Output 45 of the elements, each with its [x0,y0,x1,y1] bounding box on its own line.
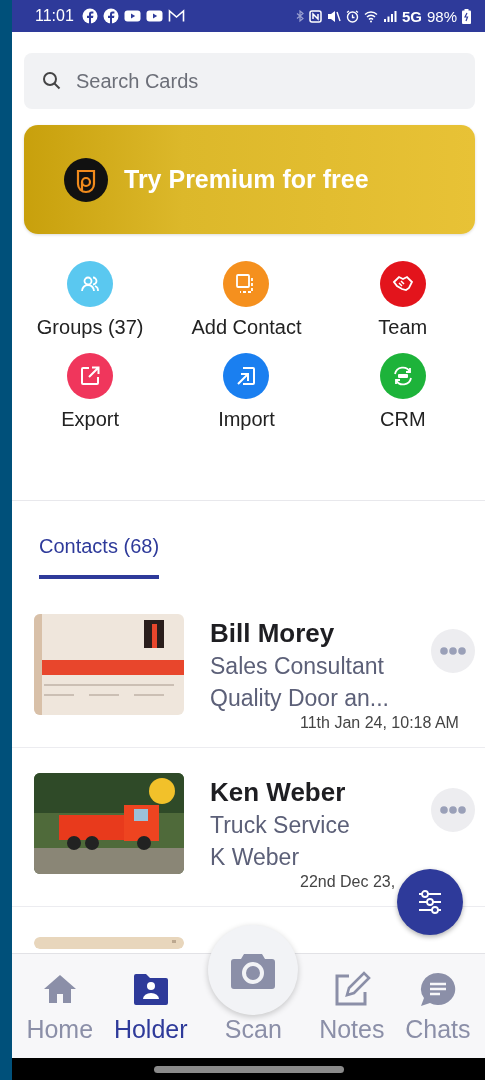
contact-row[interactable]: Ken Weber Truck Service K Weber 22nd Dec 23, [12,748,485,907]
shield-logo-icon [64,157,108,202]
battery-icon [462,8,471,24]
contact-date: 11th Jan 24, 10:18 AM [300,714,459,732]
battery-percent: 98% [426,7,457,25]
contact-title: Truck Service [210,811,351,840]
contact-company: K Weber [210,843,301,872]
action-button[interactable]: Groups (37) [12,261,169,340]
action-button[interactable]: CRM [324,353,481,432]
wifi-icon [363,9,378,23]
facebook-icon [102,8,119,24]
action-button[interactable]: Add Contact [168,261,325,340]
contact-company: Quality Door an... [210,684,390,713]
action-button[interactable]: Import [168,353,325,432]
sliders-icon [417,889,443,915]
action-button[interactable]: Export [12,353,169,432]
filter-button[interactable] [397,869,463,935]
bluetooth-icon [295,9,304,23]
folder-person-icon [131,972,170,1006]
alarm-icon [345,9,359,23]
contact-name: Ken Weber [210,776,347,809]
gesture-handle[interactable] [153,1065,344,1073]
more-icon [440,806,466,814]
nav-tab[interactable]: Holder [113,954,188,1058]
contact-name: Bill Morey [210,617,336,650]
nfc-icon [308,9,322,23]
contact-title: Sales Consultant [210,652,385,681]
contact-date: 22nd Dec 23, [300,873,396,891]
video-play-icon [145,8,163,24]
status-time: 11:01 [35,7,74,25]
contact-row[interactable]: Bill Morey Sales Consultant Quality Door an... 11th Jan 24, 10:18 AM [12,589,485,748]
chat-bubble-icon [418,971,457,1007]
signal-icon [382,9,397,23]
more-button[interactable] [431,788,475,832]
video-play-icon [123,8,141,24]
facebook-icon [81,8,98,24]
more-button[interactable] [431,629,475,673]
search-field[interactable]: Search Cards [24,53,475,109]
mute-icon [326,9,341,23]
banner-text: Try Premium for free [124,165,369,195]
network-type: 5G [401,7,422,25]
contacts-tab[interactable]: Contacts (68) [39,521,160,579]
action-button[interactable]: Team [324,261,481,340]
mail-icon [167,9,185,23]
more-icon [440,647,466,655]
